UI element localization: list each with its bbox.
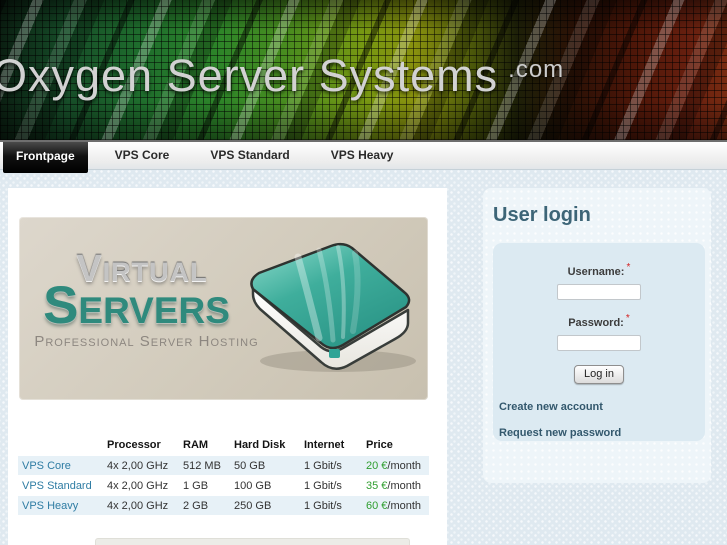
header-cell-processor: Processor bbox=[107, 439, 161, 451]
cell-ram: 2 GB bbox=[183, 499, 209, 512]
password-input[interactable] bbox=[557, 335, 641, 351]
cell-processor: 4x 2,00 GHz bbox=[107, 479, 169, 492]
server-drive-icon bbox=[250, 242, 416, 372]
header-cell-internet: Internet bbox=[304, 439, 345, 451]
header-cell-ram: RAM bbox=[183, 439, 209, 451]
header-cell-price: Price bbox=[366, 439, 393, 451]
ad-banner-edge bbox=[95, 538, 410, 545]
vps-heavy-link[interactable]: VPS Heavy bbox=[22, 500, 78, 512]
price-value: 20 € bbox=[366, 459, 388, 472]
login-links: Create new account Request new password bbox=[499, 401, 705, 439]
cell-ram: 512 MB bbox=[183, 459, 221, 472]
nav-tab-frontpage[interactable]: Frontpage bbox=[3, 142, 88, 173]
user-login-title: User login bbox=[493, 204, 591, 226]
username-field-group: Username: * bbox=[493, 262, 705, 300]
cell-processor: 4x 2,00 GHz bbox=[107, 459, 169, 472]
cell-price: 60 €/month bbox=[362, 500, 429, 512]
main-content: Virtual Servers Professional Server Host… bbox=[8, 188, 447, 545]
nav-tab-vps-core[interactable]: VPS Core bbox=[101, 142, 184, 169]
cell-internet: 1 Gbit/s bbox=[304, 479, 342, 492]
vps-core-link[interactable]: VPS Core bbox=[22, 460, 71, 472]
vps-standard-link[interactable]: VPS Standard bbox=[22, 480, 92, 492]
virtual-servers-banner: Virtual Servers Professional Server Host… bbox=[19, 217, 428, 400]
request-new-password-link[interactable]: Request new password bbox=[499, 427, 705, 439]
pricing-table: Processor RAM Hard Disk Internet Price V… bbox=[18, 434, 429, 516]
cell-ram: 1 GB bbox=[183, 479, 209, 492]
password-field-group: Password: * bbox=[493, 313, 705, 351]
cell-price: 20 €/month bbox=[362, 460, 429, 472]
log-in-button[interactable]: Log in bbox=[574, 365, 624, 384]
cell-hard-disk: 50 GB bbox=[234, 459, 266, 472]
banner-subtitle: Professional Server Hosting bbox=[34, 333, 259, 350]
cell-internet: 1 Gbit/s bbox=[304, 499, 342, 512]
table-row-vps-standard: VPS Standard 4x 2,00 GHz 1 GB 100 GB 1 G… bbox=[18, 476, 429, 496]
main-navigation: Frontpage VPS Core VPS Standard VPS Heav… bbox=[0, 140, 727, 173]
cell-hard-disk: 100 GB bbox=[234, 479, 272, 492]
cell-price: 35 €/month bbox=[362, 480, 429, 492]
cell-processor: 4x 2,00 GHz bbox=[107, 499, 169, 512]
username-label: Username: bbox=[567, 266, 625, 278]
site-logo: Oxygen Server Systems .com bbox=[0, 50, 564, 102]
table-row-vps-heavy: VPS Heavy 4x 2,00 GHz 2 GB 250 GB 1 Gbit… bbox=[18, 496, 429, 516]
site-logo-suffix: .com bbox=[508, 56, 565, 83]
login-form: Username: * Password: * Log in Create new … bbox=[493, 243, 705, 441]
table-row-vps-core: VPS Core 4x 2,00 GHz 512 MB 50 GB 1 Gbit… bbox=[18, 456, 429, 476]
site-logo-text: Oxygen Server Systems bbox=[0, 50, 499, 101]
price-suffix: /month bbox=[387, 459, 422, 472]
nav-tab-vps-heavy[interactable]: VPS Heavy bbox=[317, 142, 408, 169]
required-marker: * bbox=[626, 262, 631, 273]
header-banner: Oxygen Server Systems .com bbox=[0, 0, 727, 140]
price-suffix: /month bbox=[387, 499, 422, 512]
price-value: 60 € bbox=[366, 499, 388, 512]
header-cell-hard-disk: Hard Disk bbox=[234, 439, 286, 451]
password-label: Password: bbox=[568, 317, 624, 329]
nav-tab-vps-standard[interactable]: VPS Standard bbox=[196, 142, 303, 169]
username-input[interactable] bbox=[557, 284, 641, 300]
price-value: 35 € bbox=[366, 479, 388, 492]
cell-internet: 1 Gbit/s bbox=[304, 459, 342, 472]
create-new-account-link[interactable]: Create new account bbox=[499, 401, 705, 413]
banner-title-servers: Servers bbox=[43, 276, 230, 335]
user-login-panel: User login Username: * Password: * Log in … bbox=[483, 188, 711, 483]
pricing-table-header: Processor RAM Hard Disk Internet Price bbox=[18, 434, 429, 456]
price-suffix: /month bbox=[387, 479, 422, 492]
required-marker: * bbox=[625, 313, 630, 324]
cell-hard-disk: 250 GB bbox=[234, 499, 272, 512]
